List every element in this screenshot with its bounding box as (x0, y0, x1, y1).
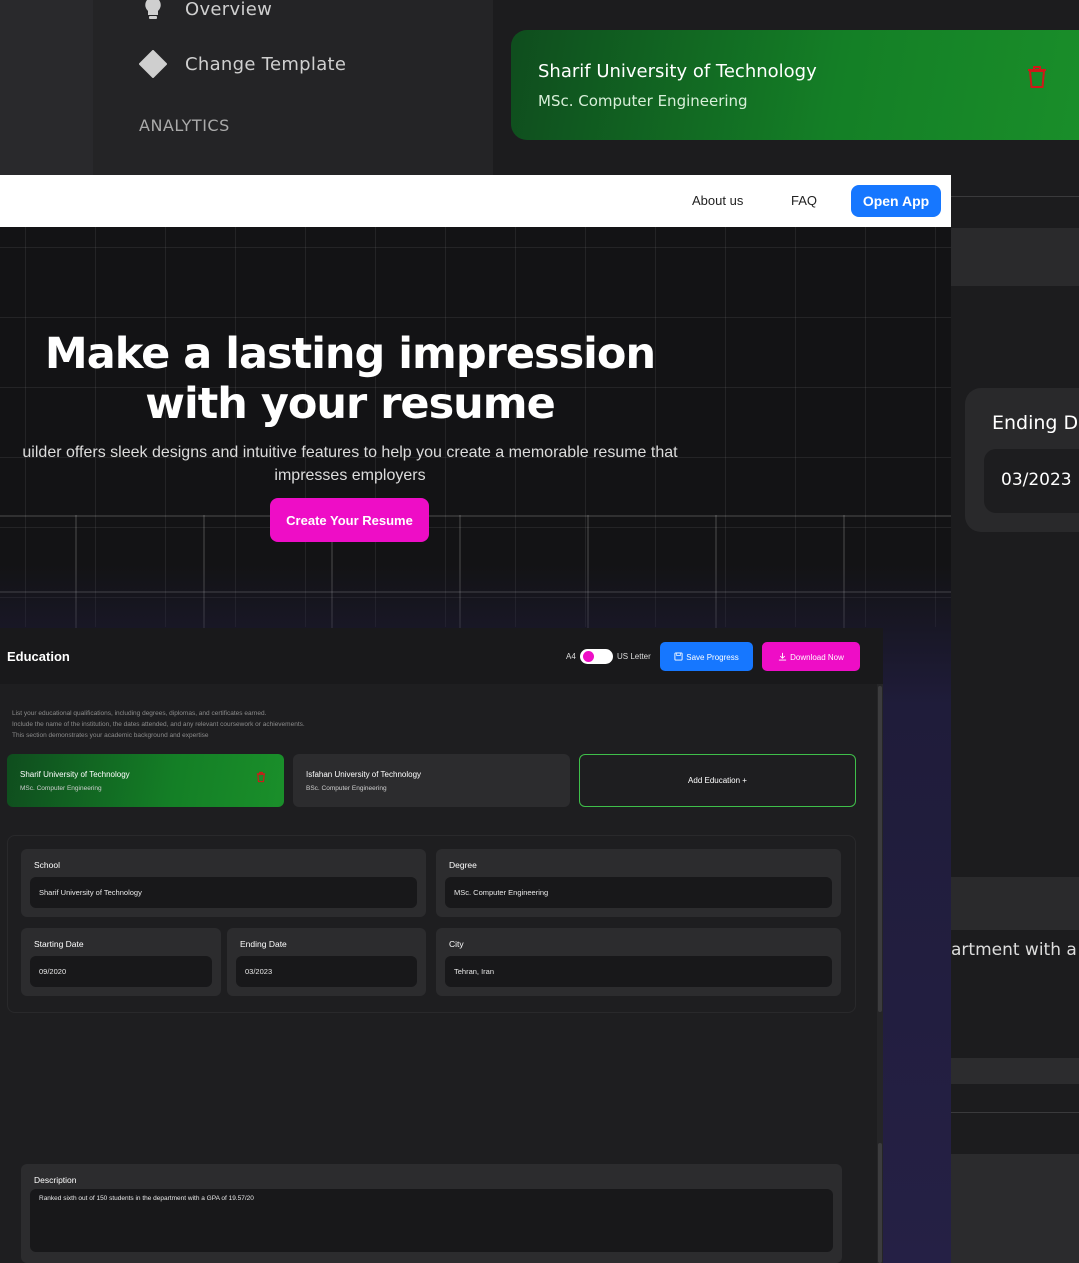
left-strip (0, 0, 93, 175)
panel-bar (951, 877, 1079, 930)
add-education-button[interactable]: Add Education + (579, 754, 856, 807)
hero-subtitle: uilder offers sleek designs and intuitiv… (0, 441, 740, 487)
education-card-degree: BSc. Computer Engineering (306, 785, 387, 792)
education-card-school: Isfahan University of Technology (306, 770, 422, 779)
sidebar-section-heading: ANALYTICS (139, 116, 230, 135)
panel-bar (951, 1154, 1079, 1263)
ending-date-label: Ending D (992, 412, 1079, 434)
city-label: City (449, 939, 464, 949)
education-card-school: Sharif University of Technology (20, 770, 130, 779)
degree-field[interactable]: MSc. Computer Engineering (445, 877, 832, 908)
intro-line: This section demonstrates your academic … (12, 732, 209, 739)
diamond-icon (139, 50, 167, 78)
sidebar-item-label: Change Template (185, 53, 347, 75)
open-app-button[interactable]: Open App (851, 185, 941, 217)
education-card-school: Sharif University of Technology (538, 61, 817, 82)
education-card-large[interactable]: Sharif University of Technology MSc. Com… (511, 30, 1079, 140)
sidebar: Overview Change Template ANALYTICS (93, 0, 493, 175)
school-group: School Sharif University of Technology (21, 849, 426, 917)
description-textarea[interactable]: Ranked sixth out of 150 students in the … (30, 1189, 833, 1252)
ending-date-group: Ending Date 03/2023 (227, 928, 426, 996)
create-resume-button[interactable]: Create Your Resume (270, 498, 429, 542)
divider (951, 196, 1079, 197)
trash-icon[interactable] (1026, 64, 1048, 94)
city-group: City Tehran, Iran (436, 928, 841, 996)
add-education-label: Add Education + (688, 776, 747, 785)
toggle-knob (583, 651, 594, 662)
ending-date-group: Ending D 03/2023 (965, 388, 1079, 532)
panel-bar (951, 228, 1079, 286)
hero-subtitle-line1: uilder offers sleek designs and intuitiv… (22, 444, 678, 461)
education-card-degree: MSc. Computer Engineering (538, 92, 748, 110)
ending-date-label: Ending Date (240, 939, 287, 949)
top-nav: About us FAQ Open App (0, 175, 951, 227)
ending-date-field[interactable]: 03/2023 (984, 449, 1079, 513)
editor-header: Education A4 US Letter Save Progress Dow… (0, 628, 883, 684)
hero-title-line1: Make a lasting impression (44, 329, 656, 379)
description-fragment: artment with a (951, 940, 1077, 960)
divider (951, 1112, 1079, 1113)
page-size-us-label: US Letter (617, 652, 651, 661)
sidebar-item-label: Overview (185, 0, 273, 20)
panel-bar (951, 1058, 1079, 1084)
degree-label: Degree (449, 860, 477, 870)
description-label: Description (34, 1175, 77, 1185)
education-editor: Education A4 US Letter Save Progress Dow… (0, 628, 883, 1263)
intro-line: Include the name of the institution, the… (12, 721, 305, 728)
save-progress-button[interactable]: Save Progress (660, 642, 753, 671)
save-icon (674, 651, 683, 661)
description-group: Description Ranked sixth out of 150 stud… (21, 1164, 842, 1263)
sidebar-item-overview[interactable]: Overview (139, 0, 272, 23)
download-now-label: Download Now (790, 652, 844, 662)
school-label: School (34, 860, 60, 870)
download-icon (778, 652, 787, 661)
ending-date-field[interactable]: 03/2023 (236, 956, 417, 987)
city-field[interactable]: Tehran, Iran (445, 956, 832, 987)
sidebar-item-change-template[interactable]: Change Template (139, 50, 346, 78)
hero-subtitle-line2: impresses employers (274, 467, 426, 484)
trash-icon[interactable] (256, 770, 266, 788)
nav-faq-link[interactable]: FAQ (791, 193, 817, 208)
school-field[interactable]: Sharif University of Technology (30, 877, 417, 908)
intro-line: List your educational qualifications, in… (12, 710, 267, 717)
section-intro: List your educational qualifications, in… (12, 708, 305, 741)
degree-group: Degree MSc. Computer Engineering (436, 849, 841, 917)
hero-title-line2: with your resume (145, 379, 556, 429)
lightbulb-icon (139, 0, 167, 23)
education-card-degree: MSc. Computer Engineering (20, 785, 102, 792)
scrollbar-thumb[interactable] (878, 1143, 882, 1263)
scrollbar-thumb[interactable] (878, 686, 882, 1012)
starting-date-label: Starting Date (34, 939, 84, 949)
section-title: Education (7, 649, 70, 664)
nav-about-link[interactable]: About us (692, 193, 743, 208)
starting-date-field[interactable]: 09/2020 (30, 956, 212, 987)
page-size-toggle[interactable] (580, 649, 613, 664)
starting-date-group: Starting Date 09/2020 (21, 928, 221, 996)
save-progress-label: Save Progress (686, 652, 739, 662)
page-size-a4-label: A4 (566, 652, 576, 661)
download-now-button[interactable]: Download Now (762, 642, 860, 671)
education-card-active[interactable]: Sharif University of Technology MSc. Com… (7, 754, 284, 807)
education-card[interactable]: Isfahan University of Technology BSc. Co… (293, 754, 570, 807)
